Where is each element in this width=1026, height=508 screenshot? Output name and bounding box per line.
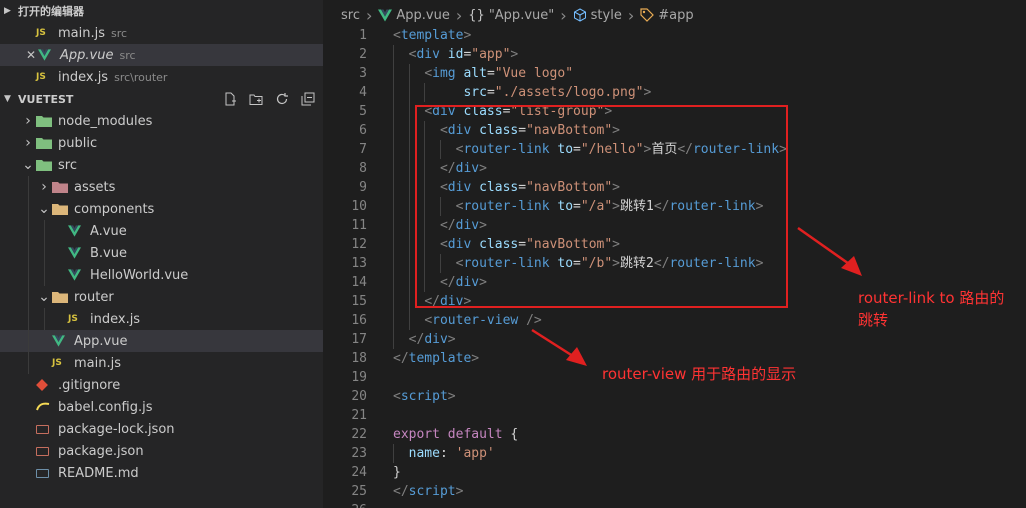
arrow-router-link (797, 226, 862, 276)
router-view-annotation: router-view 用于路由的显示 (602, 365, 797, 383)
router-link-annotation-line2: 跳转 (858, 311, 889, 329)
router-link-annotation-line1: router-link to 路由的 (858, 289, 1005, 307)
router-link-annotation: router-link to 路由的 跳转 (858, 287, 1004, 331)
arrow-router-view (531, 328, 587, 366)
annotation-arrows (531, 226, 862, 366)
